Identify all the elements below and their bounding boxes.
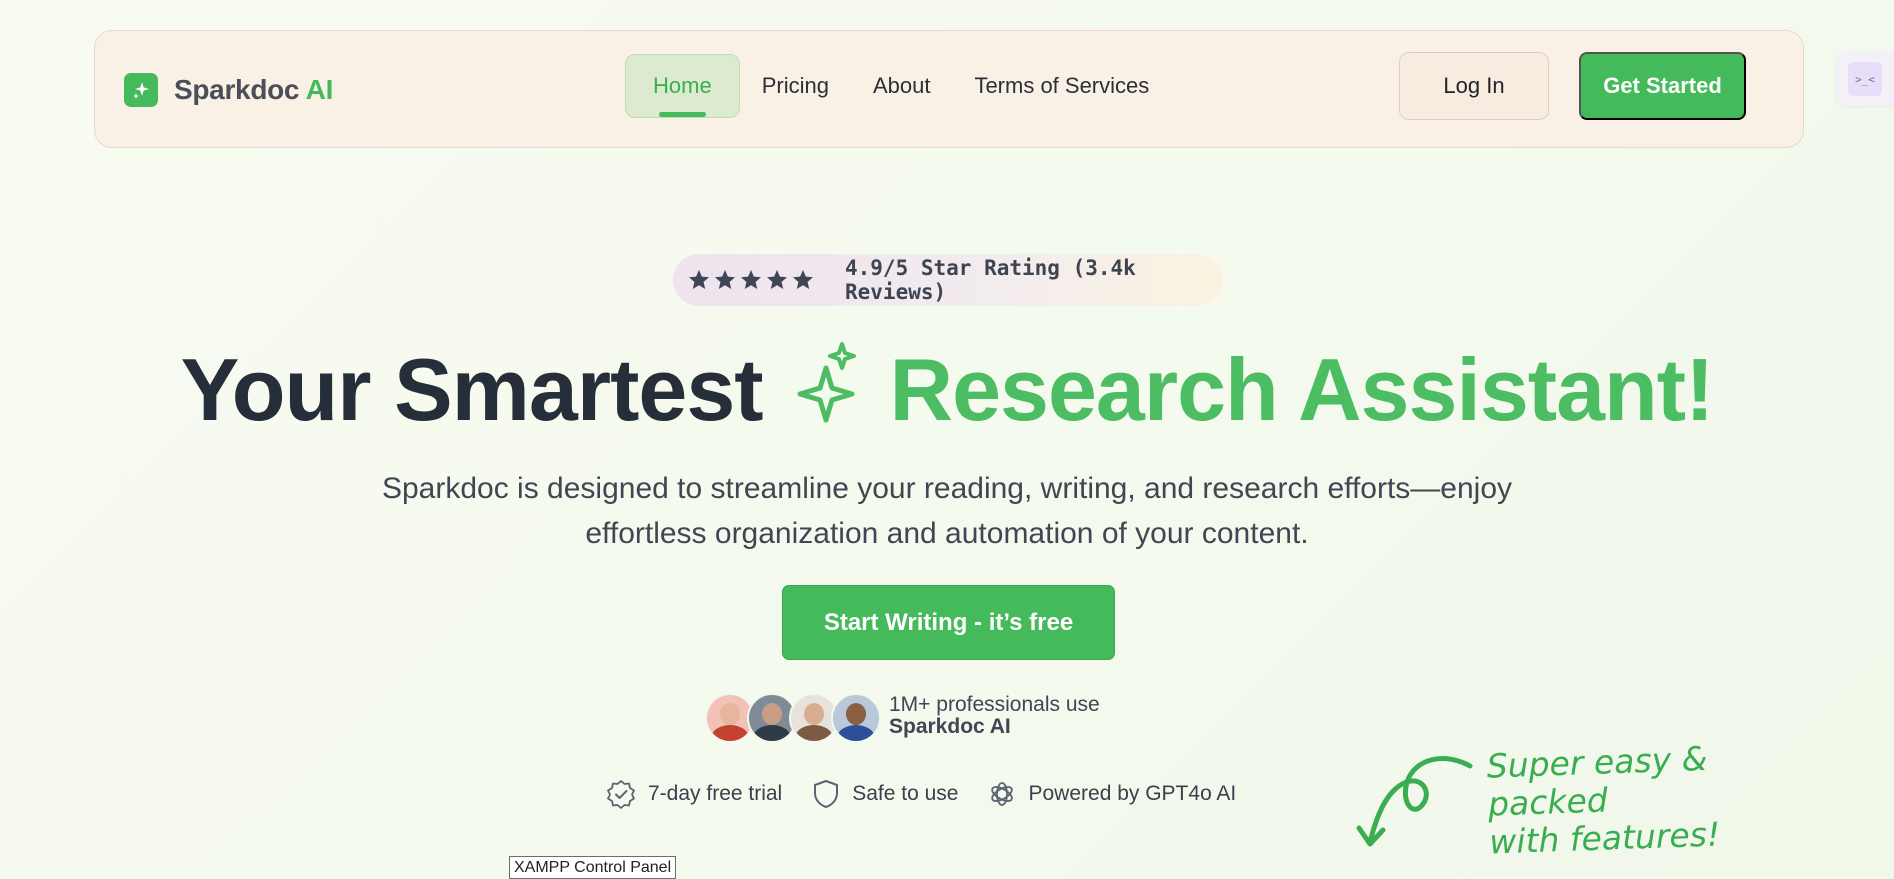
nav-item-terms[interactable]: Terms of Services — [952, 54, 1171, 118]
annotation-line: Super easy & packed — [1486, 738, 1708, 824]
sparkle-icon — [794, 342, 860, 446]
social-proof-line: 1M+ professionals use — [889, 693, 1100, 716]
avatar — [831, 693, 881, 743]
login-button[interactable]: Log In — [1399, 52, 1549, 120]
taskbar-tooltip: XAMPP Control Panel — [509, 856, 677, 879]
nav-item-label: Home — [653, 73, 712, 98]
feature-list: 7-day free trial Safe to use Powered by … — [606, 779, 1236, 809]
feature-label: 7-day free trial — [648, 782, 783, 805]
star-icon — [793, 270, 813, 289]
nav-item-label: About — [872, 73, 931, 98]
hero-title-green: Research Assistant! — [889, 340, 1715, 439]
extension-icon: >_< — [1848, 62, 1882, 96]
start-writing-button[interactable]: Start Writing - it’s free — [782, 585, 1115, 660]
feature-item: Powered by GPT4o AI — [988, 780, 1236, 808]
extension-widget[interactable]: >_< — [1836, 52, 1894, 106]
annotation-text: Super easy & packed with features! — [1486, 736, 1810, 862]
brand-suffix: AI — [299, 74, 334, 105]
nav-item-label: Pricing — [761, 73, 829, 98]
feature-item: 7-day free trial — [606, 779, 782, 809]
feature-label: Powered by GPT4o AI — [1028, 782, 1237, 805]
nav-item-label: Terms of Services — [974, 73, 1150, 98]
navbar: Sparkdoc AI Home Pricing About Terms of … — [94, 30, 1804, 148]
rating-badge: 4.9/5 Star Rating (3.4k Reviews) — [673, 254, 1223, 306]
feature-item: Safe to use — [812, 779, 958, 809]
openai-icon — [991, 782, 1014, 806]
feature-label: Safe to use — [852, 782, 959, 805]
star-icon — [715, 270, 735, 289]
star-icon — [741, 270, 761, 289]
hero-title-dark: Your Smartest — [180, 340, 764, 439]
curved-arrow-icon — [1356, 756, 1473, 847]
shield-icon — [814, 780, 839, 808]
nav-item-home[interactable]: Home — [625, 54, 740, 118]
logo[interactable]: Sparkdoc AI — [124, 73, 333, 107]
social-proof-text: 1M+ professionals use Sparkdoc AI — [889, 694, 1100, 738]
sparkle-logo-icon — [124, 73, 158, 107]
main-nav: Home Pricing About Terms of Services — [625, 54, 1171, 118]
nav-item-about[interactable]: About — [851, 54, 953, 118]
star-icon — [689, 270, 709, 289]
social-proof-brand: Sparkdoc AI — [889, 715, 1011, 738]
badge-check-icon — [607, 780, 635, 809]
avatar-group — [705, 693, 881, 743]
rating-stars — [687, 268, 815, 292]
active-indicator — [659, 112, 706, 117]
star-icon — [767, 270, 787, 289]
hero-subtitle: Sparkdoc is designed to streamline your … — [381, 472, 1513, 550]
hero-title: Your Smartest Research Assistant! — [0, 340, 1894, 446]
nav-item-pricing[interactable]: Pricing — [740, 54, 851, 118]
logo-text: Sparkdoc AI — [174, 74, 333, 106]
get-started-button[interactable]: Get Started — [1579, 52, 1746, 120]
rating-text: 4.9/5 Star Rating (3.4k Reviews) — [845, 256, 1136, 304]
brand-name: Sparkdoc — [174, 74, 300, 105]
